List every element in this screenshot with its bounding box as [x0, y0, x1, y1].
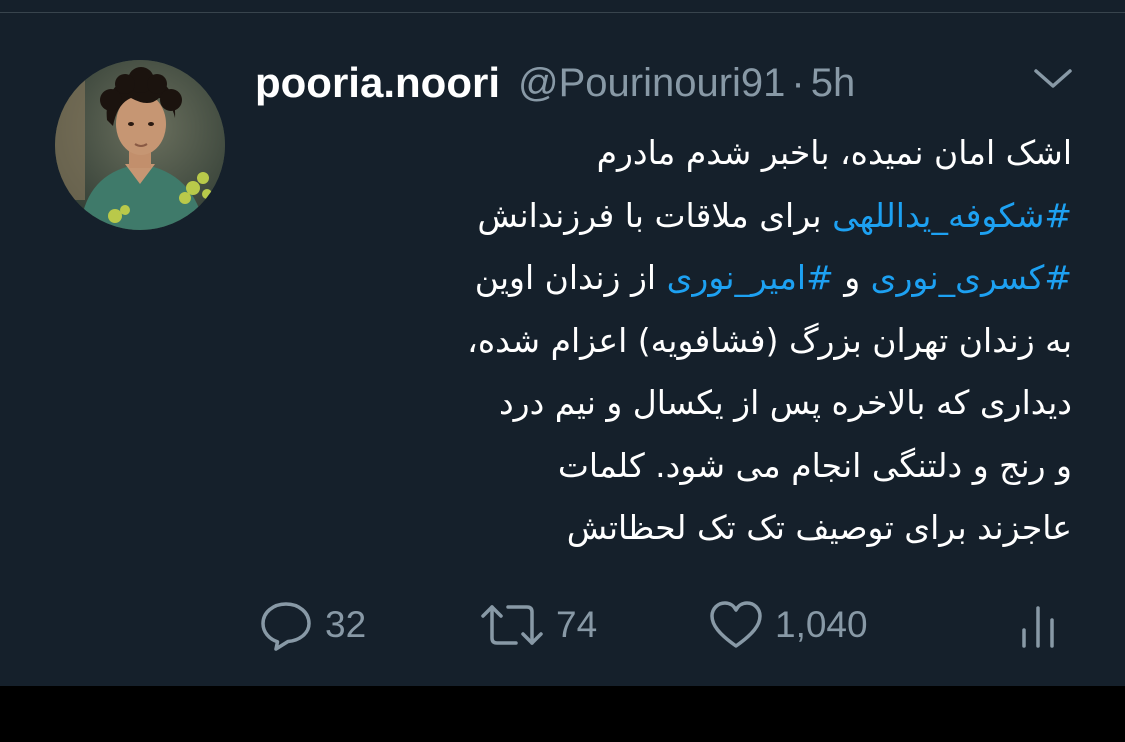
more-options-button[interactable]: [1030, 64, 1076, 94]
separator-dot: ·: [791, 60, 805, 105]
tweet-line: و رنج و دلتنگی انجام می شود. کلمات: [240, 435, 1072, 498]
bottom-bar: [0, 686, 1125, 742]
like-button[interactable]: 1,040: [707, 590, 868, 660]
display-name[interactable]: pooria.noori: [255, 59, 500, 107]
chevron-down-icon: [1034, 69, 1072, 88]
top-divider: [0, 0, 1125, 13]
tweet-line: دیداری که بالاخره پس از یکسال و نیم درد: [240, 372, 1072, 435]
tweet-text-segment: دیداری که بالاخره پس از یکسال و نیم درد: [498, 383, 1072, 422]
reply-icon: [261, 602, 311, 651]
tweet-text-segment: و: [833, 258, 871, 297]
tweet-text-segment: به زندان تهران بزرگ (فشافویه) اعزام شده،: [467, 320, 1072, 360]
retweet-count: 74: [556, 604, 598, 645]
tweet-actions: 32 74 1,040: [0, 590, 1125, 660]
tweet-text-segment: از زندان اوین: [474, 258, 667, 297]
tweet-header: pooria.noori @Pourinouri91 · 5h: [255, 52, 855, 114]
tweet-line: به زندان تهران بزرگ (فشافویه) اعزام شده،: [240, 310, 1072, 373]
tweet-text-segment: و رنج و دلتنگی انجام می شود. کلمات: [557, 445, 1072, 485]
tweet-text-segment: برای ملاقات با فرزندانش: [477, 195, 833, 235]
tweet-line: #شکوفه_یداللهی برای ملاقات با فرزندانش: [240, 185, 1072, 248]
tweet-text-segment: عاجزند برای توصیف تک تک لحظاتش: [566, 508, 1072, 547]
tweet-text: اشک امان نمیده، باخبر شدم مادرم #شکوفه_ید…: [240, 122, 1072, 560]
retweet-icon: [481, 605, 543, 645]
hashtag-link[interactable]: #شکوفه_یداللهی: [832, 196, 1072, 235]
analytics-button[interactable]: [1018, 590, 1062, 660]
reply-button[interactable]: 32: [257, 590, 366, 660]
hashtag-link[interactable]: #کسری_نوری: [871, 258, 1072, 297]
reply-count: 32: [325, 604, 367, 645]
timestamp[interactable]: 5h: [811, 61, 856, 106]
tweet-line: عاجزند برای توصیف تک تک لحظاتش: [240, 497, 1072, 560]
tweet-text-segment: اشک امان نمیده، باخبر شدم مادرم: [596, 133, 1072, 172]
tweet-line: اشک امان نمیده، باخبر شدم مادرم: [240, 122, 1072, 185]
analytics-icon: [1022, 606, 1054, 648]
heart-icon: [710, 601, 762, 648]
tweet-line: #کسری_نوری و #امیر_نوری از زندان اوین: [240, 247, 1072, 310]
avatar[interactable]: [55, 60, 225, 230]
user-handle[interactable]: @Pourinouri91: [518, 61, 785, 106]
hashtag-link[interactable]: #امیر_نوری: [667, 258, 834, 297]
like-count: 1,040: [775, 604, 868, 645]
avatar-photo: [55, 60, 225, 230]
retweet-button[interactable]: 74: [478, 590, 597, 660]
